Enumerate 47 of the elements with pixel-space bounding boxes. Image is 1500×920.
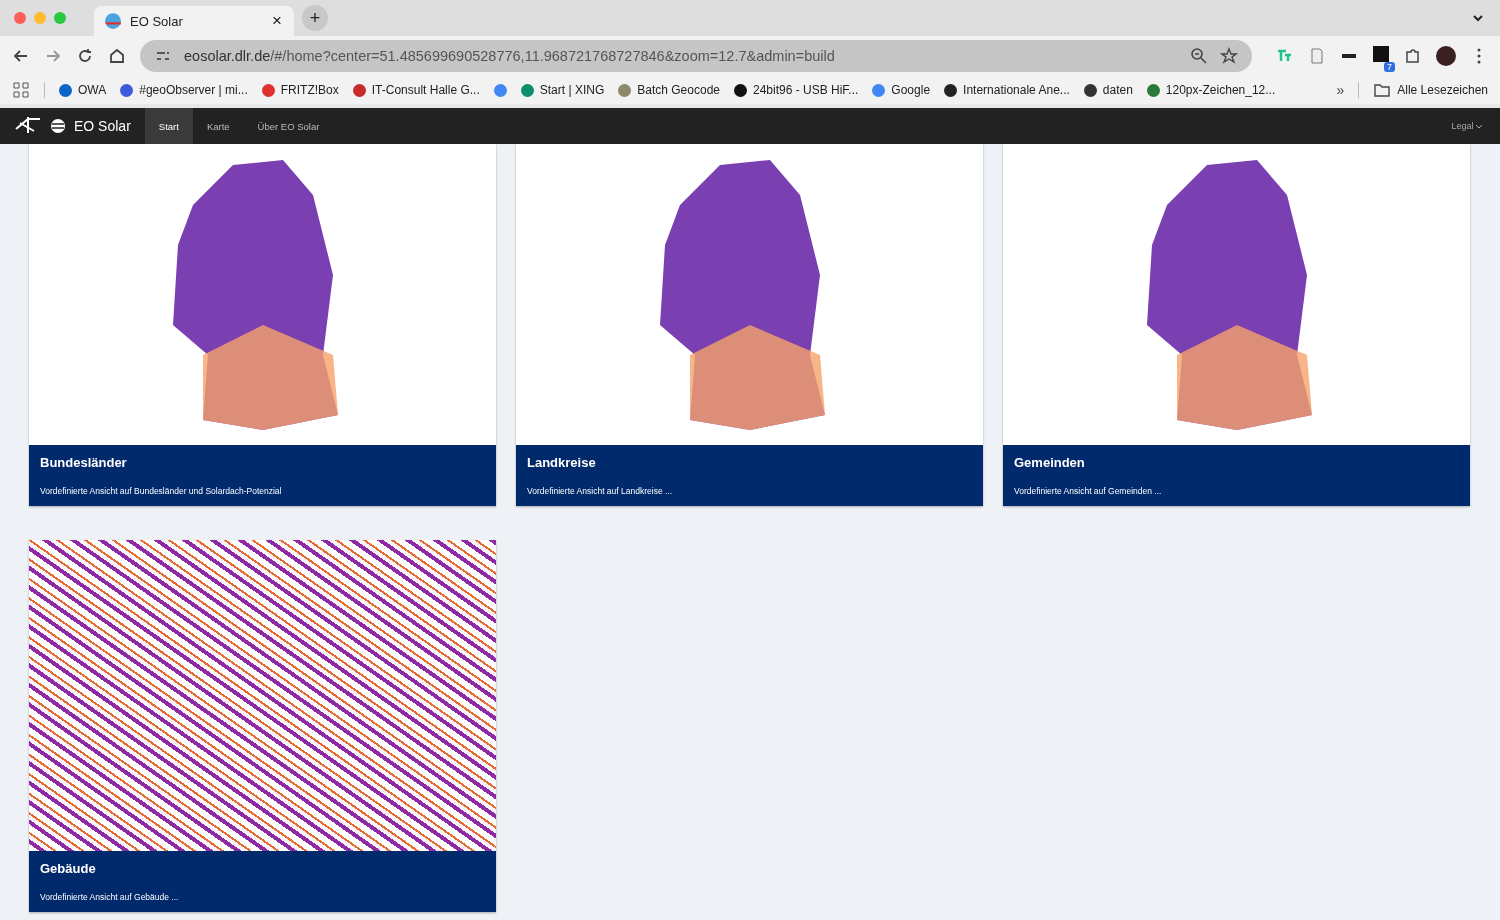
bookmark[interactable]: #geoObserver | mi... (120, 83, 248, 97)
star-icon[interactable] (1220, 47, 1238, 65)
avatar-icon[interactable] (1436, 46, 1456, 66)
home-icon[interactable] (108, 47, 126, 65)
more-bookmarks-button[interactable]: » (1336, 82, 1345, 98)
address-bar[interactable]: eosolar.dlr.de/#/home?center=51.485699690528776,11.968721768727846&zoom=12.7&admin=build (140, 40, 1252, 72)
new-tab-button[interactable]: + (302, 5, 328, 31)
bookmark[interactable]: IT-Consult Halle G... (352, 83, 480, 97)
caret-icon (1476, 125, 1482, 129)
close-tab-button[interactable]: × (270, 11, 284, 31)
card-description: Vordefinierte Ansicht auf Landkreise ... (527, 486, 674, 496)
view-card[interactable]: Gebäude Vordefinierte Ansicht auf Gebäude ... (29, 540, 496, 912)
nav-tab[interactable]: Über EO Solar (243, 108, 334, 144)
nav-tab[interactable]: Start (144, 108, 193, 144)
all-bookmarks-button[interactable]: Alle Lesezeichen (1373, 81, 1488, 99)
card-title: Gebäude (40, 861, 97, 876)
card-description: Vordefinierte Ansicht auf Gemeinden ... (1014, 486, 1163, 496)
globe-icon (104, 12, 122, 30)
puzzle-icon[interactable] (1404, 47, 1422, 65)
view-card[interactable]: Landkreise Vordefinierte Ansicht auf Landkreise ... (516, 144, 983, 506)
folder-icon (1373, 81, 1392, 99)
browser-tab[interactable]: EO Solar × (94, 6, 294, 36)
bookmark[interactable]: Internationale Ane... (944, 83, 1070, 97)
legal-menu[interactable]: Legal (1445, 120, 1488, 132)
zoom-icon[interactable] (1190, 47, 1208, 65)
bookmark[interactable]: FRITZ!Box (261, 83, 339, 97)
globe-icon (50, 118, 66, 134)
bookmark[interactable]: Batch Geocode (618, 83, 720, 97)
bookmark[interactable]: 120px-Zeichen_12... (1146, 83, 1276, 97)
card-description: Vordefinierte Ansicht auf Gebäude ... (40, 892, 180, 902)
view-card[interactable]: Bundesländer Vordefinierte Ansicht auf Bundesländer und Solardach-Potenzial (29, 144, 496, 506)
bookmark-icon[interactable] (493, 83, 507, 97)
card-title: Bundesländer (40, 455, 128, 470)
bookmark[interactable]: Google (872, 83, 931, 97)
bookmark[interactable]: daten (1083, 83, 1133, 97)
card-title: Gemeinden (1014, 455, 1086, 470)
card-title: Landkreise (527, 455, 597, 470)
extension-badge: 7 (1384, 62, 1395, 72)
bookmark[interactable]: Start | XING (520, 83, 605, 97)
bookmark[interactable]: OWA (59, 83, 107, 97)
brand-name[interactable]: EO Solar (74, 118, 131, 134)
view-card[interactable]: Gemeinden Vordefinierte Ansicht auf Gemeinden ... (1003, 144, 1470, 506)
card-description: Vordefinierte Ansicht auf Bundesländer und Solardach-Potenzial (40, 486, 283, 496)
reload-icon[interactable] (76, 47, 94, 65)
nav-tab[interactable]: Karte (192, 108, 244, 144)
apps-grid-icon[interactable] (12, 81, 30, 99)
bookmark[interactable]: 24bit96 - USB HiF... (734, 83, 859, 97)
